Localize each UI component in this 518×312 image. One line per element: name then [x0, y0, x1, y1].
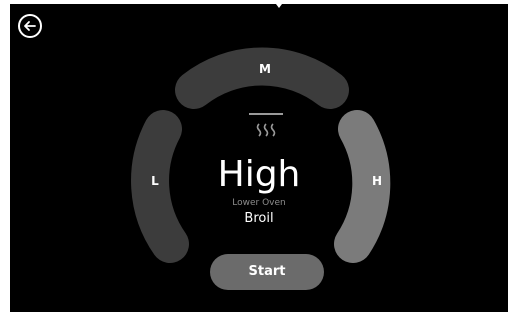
level-label-medium: M	[259, 62, 271, 76]
oven-control-screen: M L H High Lower Oven Broil Start	[10, 4, 508, 312]
cooking-mode: Broil	[244, 211, 274, 226]
oven-name: Lower Oven	[232, 198, 286, 208]
start-button[interactable]: Start	[210, 254, 324, 290]
heat-level-value: High	[217, 154, 301, 195]
broil-heat-icon	[249, 113, 283, 137]
